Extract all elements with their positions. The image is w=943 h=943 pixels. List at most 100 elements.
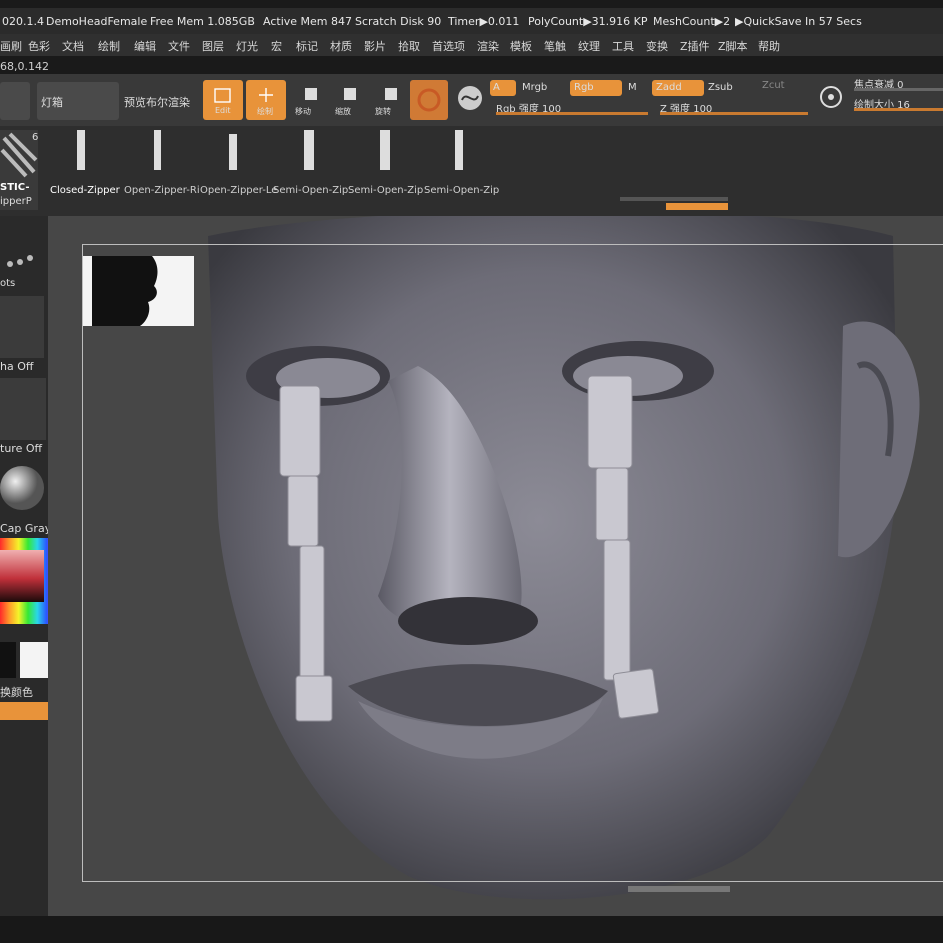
rgb-label: Rgb	[574, 82, 594, 93]
scale-button[interactable]: 缩放	[332, 80, 368, 120]
menu-marker[interactable]: 标记	[296, 38, 318, 54]
texture-off-label: ture Off	[0, 442, 43, 455]
bottom-tray	[0, 886, 943, 943]
menu-light[interactable]: 灯光	[236, 38, 258, 54]
menu-texture[interactable]: 纹理	[578, 38, 600, 54]
edit-label: Edit	[215, 106, 231, 115]
menu-transform[interactable]: 变换	[646, 38, 668, 54]
semi-open-zipper-1-thumbnail[interactable]	[302, 130, 316, 170]
material-sphere-icon[interactable]	[456, 84, 484, 112]
closed-zipper-thumbnail[interactable]	[74, 130, 88, 170]
mrgb-toggle[interactable]: Mrgb	[522, 82, 547, 93]
polycount: PolyCount▶31.916 KP	[528, 15, 648, 28]
document-frame	[82, 244, 943, 882]
document-name: DemoHeadFemale	[46, 15, 148, 28]
brush-count: 6	[32, 132, 39, 143]
circle-icon	[417, 88, 441, 112]
quicksave: ▶QuickSave In 57 Secs	[735, 15, 862, 28]
stroke-label: ots	[0, 278, 16, 289]
focal-shift-track[interactable]	[854, 88, 943, 91]
sphere-button[interactable]	[410, 80, 448, 120]
rgb-toggle[interactable]: Rgb	[570, 80, 622, 96]
semi-open-zipper-3-thumbnail[interactable]	[452, 130, 466, 170]
a-label: A	[493, 82, 500, 93]
free-mem: Free Mem 1.085GB	[150, 15, 255, 28]
menu-color[interactable]: 色彩	[28, 38, 50, 54]
scratch-disk: Scratch Disk 90	[355, 15, 442, 28]
status-bar: 020.1.4 DemoHeadFemale Free Mem 1.085GB …	[0, 8, 943, 34]
menu-zscript[interactable]: Z脚本	[718, 38, 748, 54]
menu-tool[interactable]: 工具	[612, 38, 634, 54]
a-toggle[interactable]: A	[490, 80, 516, 96]
brush-scrollbar-thumb[interactable]	[666, 203, 728, 210]
zsub-toggle[interactable]: Zsub	[708, 82, 733, 93]
insert-mesh-bar	[0, 126, 943, 216]
menu-macro[interactable]: 宏	[271, 38, 282, 54]
zadd-toggle[interactable]: Zadd	[652, 80, 704, 96]
menu-stencil[interactable]: 模板	[510, 38, 532, 54]
brush-scrollbar-track[interactable]	[620, 197, 728, 201]
brush-name-bottom: ipperP	[0, 196, 32, 207]
brush-label-semi-open-1[interactable]: Semi-Open-Zip	[273, 185, 348, 196]
menu-layer[interactable]: 图层	[202, 38, 224, 54]
timer: Timer▶0.011	[448, 15, 520, 28]
dots-stroke-icon	[7, 255, 33, 267]
shelf-button-left[interactable]	[0, 82, 30, 120]
semi-open-zipper-2-thumbnail[interactable]	[378, 130, 392, 170]
brush-label-semi-open-3[interactable]: Semi-Open-Zip	[424, 185, 499, 196]
menu-bar: 画刷 色彩 文档 绘制 编辑 文件 图层 灯光 宏 标记 材质 影片 拾取 首选…	[0, 34, 943, 56]
timeline-scrollbar[interactable]	[628, 886, 730, 892]
move-button[interactable]: 移动	[292, 80, 328, 120]
active-mem: Active Mem 847	[263, 15, 352, 28]
menu-help[interactable]: 帮助	[758, 38, 780, 54]
preview-render-label[interactable]: 预览布尔渲染	[124, 94, 190, 110]
z-intensity-track[interactable]	[660, 112, 808, 115]
menu-render[interactable]: 渲染	[477, 38, 499, 54]
open-zipper-right-thumbnail[interactable]	[150, 130, 164, 170]
brush-label-open-zipper-right[interactable]: Open-Zipper-Ri	[124, 185, 200, 196]
spotlight-icon[interactable]	[818, 84, 844, 110]
zadd-label: Zadd	[656, 82, 682, 93]
draw-size-track[interactable]	[854, 108, 943, 111]
menu-picker[interactable]: 拾取	[398, 38, 420, 54]
m-toggle[interactable]: M	[628, 82, 637, 93]
alpha-off-label: ha Off	[0, 360, 34, 373]
lightbox-label: 灯箱	[41, 96, 63, 109]
menu-file[interactable]: 文件	[168, 38, 190, 54]
brush-label-semi-open-2[interactable]: Semi-Open-Zip	[348, 185, 423, 196]
coordinate-readout: 68,0.142	[0, 60, 49, 73]
alpha-button[interactable]	[0, 296, 44, 358]
menu-brush[interactable]: 画刷	[0, 38, 22, 54]
lightbox-button[interactable]: 灯箱	[37, 82, 119, 120]
version-label: 020.1.4	[2, 15, 44, 28]
menu-draw[interactable]: 绘制	[98, 38, 120, 54]
open-zipper-left-thumbnail[interactable]	[226, 130, 240, 170]
material-preview-icon[interactable]	[0, 460, 50, 520]
menu-stroke[interactable]: 笔触	[544, 38, 566, 54]
menu-preferences[interactable]: 首选项	[432, 38, 465, 54]
color-picker-square[interactable]	[0, 550, 44, 602]
menu-edit[interactable]: 编辑	[134, 38, 156, 54]
swap-color-label[interactable]: 换颜色	[0, 684, 33, 700]
scale-label: 缩放	[335, 107, 351, 116]
zcut-toggle[interactable]: Zcut	[762, 80, 785, 91]
brush-label-closed-zipper[interactable]: Closed-Zipper	[50, 185, 120, 196]
texture-button[interactable]	[0, 378, 46, 440]
meshcount: MeshCount▶2	[653, 15, 731, 28]
material-name: Cap Gray	[0, 522, 52, 535]
menu-movie[interactable]: 影片	[364, 38, 386, 54]
draw-label: 绘制	[257, 107, 273, 116]
menu-zplugin[interactable]: Z插件	[680, 38, 710, 54]
top-shelf: 灯箱 预览布尔渲染 Edit 绘制 移动 缩放 旋转 A Mrgb Rgb M …	[0, 74, 943, 126]
menu-material[interactable]: 材质	[330, 38, 352, 54]
brush-name-top: STIC-	[0, 182, 30, 193]
brush-label-open-zipper-left[interactable]: Open-Zipper-Le	[200, 185, 277, 196]
rgb-intensity-track[interactable]	[496, 112, 648, 115]
rotate-label: 旋转	[375, 107, 391, 116]
secondary-color-swatch[interactable]	[0, 642, 16, 678]
edit-button[interactable]: Edit	[203, 80, 243, 120]
rotate-button[interactable]: 旋转	[372, 80, 408, 120]
draw-button[interactable]: 绘制	[246, 80, 286, 120]
menu-document[interactable]: 文档	[62, 38, 84, 54]
move-label: 移动	[295, 107, 311, 116]
